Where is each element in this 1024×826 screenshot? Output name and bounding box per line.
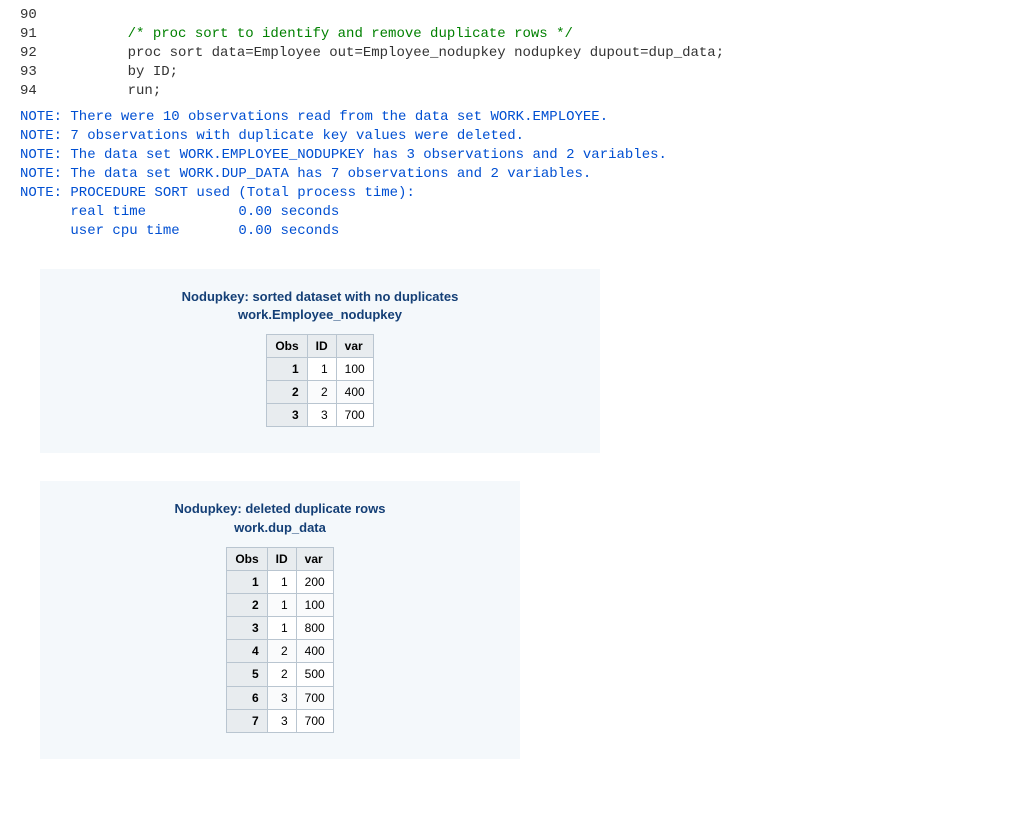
table-header: ID	[267, 547, 296, 570]
table-cell: 1	[227, 570, 267, 593]
table-header: var	[336, 334, 373, 357]
table-cell: 1	[307, 357, 336, 380]
table-row: 33700	[267, 404, 373, 427]
note-line: NOTE: There were 10 observations read fr…	[20, 108, 1004, 127]
sas-log-code: 9091 /* proc sort to identify and remove…	[20, 6, 1004, 100]
code-line: 93 by ID;	[20, 63, 1004, 82]
table-cell: 700	[296, 686, 333, 709]
line-number: 93	[20, 63, 52, 82]
note-line: NOTE: PROCEDURE SORT used (Total process…	[20, 184, 1004, 203]
table-cell: 5	[227, 663, 267, 686]
table-row: 63700	[227, 686, 333, 709]
note-line: real time 0.00 seconds	[20, 203, 1004, 222]
table-cell: 2	[267, 640, 296, 663]
note-line: NOTE: The data set WORK.EMPLOYEE_NODUPKE…	[20, 146, 1004, 165]
table-header: var	[296, 547, 333, 570]
table-cell: 4	[227, 640, 267, 663]
table-cell: 2	[267, 381, 307, 404]
table-cell: 700	[336, 404, 373, 427]
code-line: 92 proc sort data=Employee out=Employee_…	[20, 44, 1004, 63]
code-text: by ID;	[52, 64, 178, 80]
note-line: NOTE: 7 observations with duplicate key …	[20, 127, 1004, 146]
note-line: NOTE: The data set WORK.DUP_DATA has 7 o…	[20, 165, 1004, 184]
sas-log-notes: NOTE: There were 10 observations read fr…	[20, 108, 1004, 240]
table-cell: 400	[296, 640, 333, 663]
output-panel-dupdata: Nodupkey: deleted duplicate rows work.du…	[40, 481, 520, 759]
table-row: 22400	[267, 381, 373, 404]
table-cell: 1	[267, 617, 296, 640]
line-number: 90	[20, 6, 52, 25]
code-line: 94 run;	[20, 82, 1004, 101]
table-cell: 2	[267, 663, 296, 686]
table-cell: 7	[227, 709, 267, 732]
panel-subtitle: work.Employee_nodupkey	[64, 306, 576, 324]
result-table-dupdata: ObsIDvar11200211003180042400525006370073…	[226, 547, 333, 734]
table-row: 21100	[227, 593, 333, 616]
table-cell: 1	[267, 570, 296, 593]
panel-title: Nodupkey: deleted duplicate rows	[64, 499, 496, 519]
table-cell: 3	[267, 404, 307, 427]
line-number: 94	[20, 82, 52, 101]
table-cell: 3	[267, 686, 296, 709]
code-line: 90	[20, 6, 1004, 25]
table-row: 52500	[227, 663, 333, 686]
table-cell: 3	[267, 709, 296, 732]
table-cell: 2	[227, 593, 267, 616]
code-text: /* proc sort to identify and remove dupl…	[52, 26, 573, 42]
panel-title: Nodupkey: sorted dataset with no duplica…	[64, 287, 576, 307]
table-header: Obs	[227, 547, 267, 570]
table-cell: 3	[307, 404, 336, 427]
table-cell: 200	[296, 570, 333, 593]
table-row: 31800	[227, 617, 333, 640]
table-cell: 100	[336, 357, 373, 380]
table-cell: 1	[267, 593, 296, 616]
table-header: Obs	[267, 334, 307, 357]
note-line: user cpu time 0.00 seconds	[20, 222, 1004, 241]
line-number: 92	[20, 44, 52, 63]
table-cell: 800	[296, 617, 333, 640]
result-table-nodupkey: ObsIDvar111002240033700	[266, 334, 373, 428]
table-cell: 6	[227, 686, 267, 709]
output-panel-nodupkey: Nodupkey: sorted dataset with no duplica…	[40, 269, 600, 454]
table-row: 73700	[227, 709, 333, 732]
table-cell: 100	[296, 593, 333, 616]
table-cell: 3	[227, 617, 267, 640]
code-text: run;	[52, 83, 161, 99]
table-cell: 2	[307, 381, 336, 404]
panel-subtitle: work.dup_data	[64, 519, 496, 537]
table-cell: 700	[296, 709, 333, 732]
code-line: 91 /* proc sort to identify and remove d…	[20, 25, 1004, 44]
line-number: 91	[20, 25, 52, 44]
table-cell: 1	[267, 357, 307, 380]
code-text: proc sort data=Employee out=Employee_nod…	[52, 45, 724, 61]
table-header: ID	[307, 334, 336, 357]
table-row: 42400	[227, 640, 333, 663]
table-cell: 500	[296, 663, 333, 686]
table-row: 11100	[267, 357, 373, 380]
table-row: 11200	[227, 570, 333, 593]
table-cell: 400	[336, 381, 373, 404]
